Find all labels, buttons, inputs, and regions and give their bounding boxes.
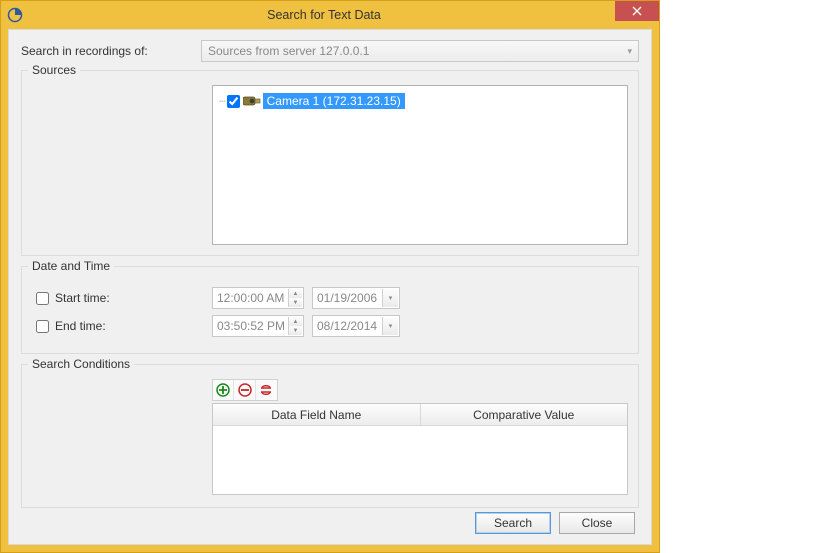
close-button[interactable]: Close — [559, 512, 635, 534]
chevron-down-icon[interactable]: ▾ — [382, 289, 398, 307]
end-time-input[interactable]: 03:50:52 PM ▲▼ — [212, 315, 304, 337]
sources-tree[interactable]: ┄ Camera 1 (172.31.23.15) — [212, 85, 628, 245]
chevron-down-icon[interactable]: ▾ — [382, 317, 398, 335]
tree-row[interactable]: ┄ Camera 1 (172.31.23.15) — [219, 92, 621, 110]
start-time-value: 12:00:00 AM — [217, 291, 284, 305]
app-icon — [7, 7, 23, 23]
window-title: Search for Text Data — [29, 8, 659, 22]
start-time-row: Start time: 12:00:00 AM ▲▼ 01/19/2006 ▾ — [32, 287, 628, 309]
sources-group: Sources ┄ Camera 1 (172.31.23.15) — [21, 70, 639, 256]
end-date-input[interactable]: 08/12/2014 ▾ — [312, 315, 400, 337]
start-date-input[interactable]: 01/19/2006 ▾ — [312, 287, 400, 309]
source-item-label: Camera 1 (172.31.23.15) — [263, 93, 405, 109]
plus-icon — [216, 383, 230, 397]
clear-icon — [259, 383, 273, 397]
search-button[interactable]: Search — [475, 512, 551, 534]
column-header-value[interactable]: Comparative Value — [421, 404, 628, 426]
remove-condition-button[interactable] — [234, 380, 255, 400]
end-date-value: 08/12/2014 — [317, 319, 377, 333]
datetime-legend: Date and Time — [28, 259, 114, 273]
end-time-row: End time: 03:50:52 PM ▲▼ 08/12/2014 ▾ — [32, 315, 628, 337]
conditions-table[interactable]: Data Field Name Comparative Value — [212, 403, 628, 495]
server-dropdown[interactable]: Sources from server 127.0.0.1 ▾ — [201, 40, 639, 62]
end-time-label: End time: — [55, 319, 106, 333]
conditions-header: Data Field Name Comparative Value — [213, 404, 627, 426]
conditions-toolbar — [212, 379, 278, 401]
tree-connector: ┄ — [219, 95, 225, 108]
start-time-checkbox[interactable] — [36, 292, 49, 305]
sources-legend: Sources — [28, 63, 80, 77]
start-date-value: 01/19/2006 — [317, 291, 377, 305]
conditions-group: Search Conditions — [21, 364, 639, 508]
server-dropdown-value: Sources from server 127.0.0.1 — [208, 44, 369, 58]
minus-icon — [238, 383, 252, 397]
spinner-icon[interactable]: ▲▼ — [288, 289, 302, 307]
add-condition-button[interactable] — [213, 380, 234, 400]
titlebar: Search for Text Data — [1, 1, 659, 29]
camera-icon — [243, 95, 261, 107]
start-time-label: Start time: — [55, 291, 110, 305]
end-time-checkbox[interactable] — [36, 320, 49, 333]
client-area: Search in recordings of: Sources from se… — [8, 29, 652, 545]
clear-conditions-button[interactable] — [256, 380, 277, 400]
datetime-group: Date and Time Start time: 12:00:00 AM ▲▼… — [21, 266, 639, 354]
close-icon — [632, 6, 642, 16]
window-close-button[interactable] — [615, 1, 659, 21]
dialog-window: Search for Text Data Search in recording… — [0, 0, 660, 553]
dialog-buttons: Search Close — [475, 512, 635, 534]
search-in-label: Search in recordings of: — [21, 44, 201, 58]
spinner-icon[interactable]: ▲▼ — [288, 317, 302, 335]
source-checkbox[interactable] — [227, 95, 240, 108]
end-time-value: 03:50:52 PM — [217, 319, 285, 333]
start-time-input[interactable]: 12:00:00 AM ▲▼ — [212, 287, 304, 309]
chevron-down-icon: ▾ — [627, 46, 632, 57]
column-header-field[interactable]: Data Field Name — [213, 404, 421, 426]
search-in-row: Search in recordings of: Sources from se… — [21, 40, 639, 62]
conditions-legend: Search Conditions — [28, 357, 134, 371]
